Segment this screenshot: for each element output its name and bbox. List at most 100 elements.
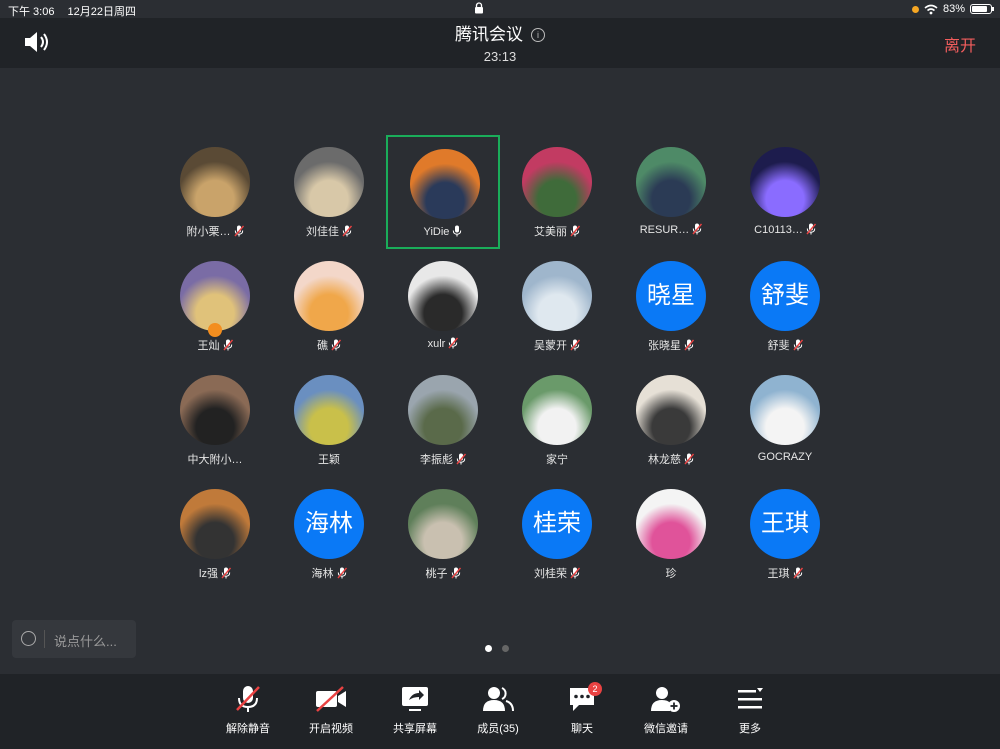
participant-tile[interactable]: 珍 [614,477,728,591]
participant-tile[interactable]: YiDie [386,135,500,249]
status-right: 83% [911,3,994,15]
page-dot-1[interactable] [485,645,492,652]
mic-muted-icon [792,339,803,351]
emoji-icon[interactable] [21,631,36,646]
participant-tile[interactable]: lz强 [158,477,272,591]
participant-name: 礁 [317,340,328,352]
participant-name: GOCRAZY [757,451,813,463]
page-dot-2[interactable] [502,645,509,652]
members-label: 成员(35) [477,723,519,735]
mic-muted-icon [684,339,694,351]
participant-name-row: 吴蒙开 [500,337,614,353]
participant-tile[interactable]: 家宁 [500,363,614,477]
unmute-button[interactable]: 解除静音 [206,684,290,736]
video-button[interactable]: 开启视频 [289,684,373,736]
share-screen-button[interactable]: 共享屏幕 [373,684,457,736]
avatar [522,375,592,445]
video-off-icon [316,686,346,712]
wechat-invite-button[interactable]: 微信邀请 [624,684,708,736]
avatar [636,489,706,559]
chat-button[interactable]: 2 聊天 [540,682,624,736]
mic-muted-icon [342,225,352,237]
participant-tile[interactable]: 礁 [272,249,386,363]
participant-name-row: 王琪 [728,565,842,581]
participant-name: 刘佳佳 [306,226,339,238]
participant-tile[interactable]: 林龙慈 [614,363,728,477]
participant-tile[interactable]: 艾美丽 [500,135,614,249]
mic-muted-icon [456,453,466,465]
status-bar: 下午 3:06 12月22日周四 83% [0,0,1000,18]
participant-tile[interactable]: xulr [386,249,500,363]
participant-name: 王灿 [197,340,220,352]
avatar: 舒斐 [750,261,820,331]
participant-name-row: xulr [386,337,500,350]
meeting-timer: 23:13 [483,49,517,64]
participant-name-row: 李振彪 [386,451,500,467]
participant-tile[interactable]: 海林 海林 [272,477,386,591]
participant-tile[interactable]: 王琪 王琪 [728,477,842,591]
participant-tile[interactable]: RESUR… [614,135,728,249]
status-time: 下午 3:06 [8,6,55,18]
meeting-header: 腾讯会议 i 23:13 离开 [0,18,1000,68]
participant-name: 珍 [665,568,677,580]
participant-tile[interactable]: 桂荣 刘桂荣 [500,477,614,591]
participant-tile[interactable]: 中大附小… [158,363,272,477]
avatar [180,375,250,445]
chat-badge: 2 [588,682,602,696]
participant-tile[interactable]: 刘佳佳 [272,135,386,249]
participant-name: 王颖 [318,454,340,466]
members-button[interactable]: 成员(35) [456,684,540,736]
participant-tile[interactable]: 王灿 [158,249,272,363]
more-button[interactable]: 更多 [708,684,792,736]
avatar [522,147,592,217]
participant-tile[interactable]: 附小栗… [158,135,272,249]
participant-tile[interactable]: 王颖 [272,363,386,477]
participant-name: 艾美丽 [534,226,567,238]
chat-input[interactable]: 说点什么... [12,620,136,658]
participant-tile[interactable]: 李振彪 [386,363,500,477]
chat-label: 聊天 [571,723,593,735]
meeting-title: 腾讯会议 [455,25,523,44]
participant-tile[interactable]: 舒斐 舒斐 [728,249,842,363]
unmute-label: 解除静音 [226,723,270,735]
participant-name-row: GOCRAZY [728,451,842,463]
wifi-icon [924,4,938,14]
mic-muted-icon [233,225,244,237]
participant-name-row: RESUR… [614,223,728,236]
share-screen-icon [402,687,428,711]
battery-icon [970,4,994,14]
info-icon[interactable]: i [531,28,545,42]
divider [44,630,45,648]
leave-button[interactable]: 离开 [944,32,976,56]
mic-muted-icon [570,225,580,237]
avatar [750,375,820,445]
mic-muted-icon [331,339,341,351]
participant-tile[interactable]: GOCRAZY [728,363,842,477]
mic-muted-icon [448,337,459,349]
page-indicator[interactable] [485,645,509,652]
avatar [180,489,250,559]
participant-name-row: 家宁 [500,451,614,467]
participant-name: 李振彪 [420,454,453,466]
mic-muted-icon [222,339,233,351]
participant-name-row: 林龙慈 [614,451,728,467]
participant-name: C10113… [754,224,803,236]
mic-muted-icon [336,567,347,579]
participant-name: 家宁 [546,454,568,466]
participant-name-row: 礁 [272,337,386,353]
mic-muted-icon [570,339,580,351]
mic-icon [453,225,462,237]
participant-name: 林龙慈 [648,454,681,466]
avatar [408,375,478,445]
participant-tile[interactable]: 吴蒙开 [500,249,614,363]
avatar [522,261,592,331]
participant-tile[interactable]: C10113… [728,135,842,249]
participant-name-row: 刘桂荣 [500,565,614,581]
status-left: 下午 3:06 12月22日周四 [8,3,146,19]
avatar [294,375,364,445]
participant-tile[interactable]: 桃子 [386,477,500,591]
avatar [294,147,364,217]
battery-fill [972,6,987,12]
participant-name: 张晓星 [648,340,681,352]
participant-tile[interactable]: 晓星 张晓星 [614,249,728,363]
